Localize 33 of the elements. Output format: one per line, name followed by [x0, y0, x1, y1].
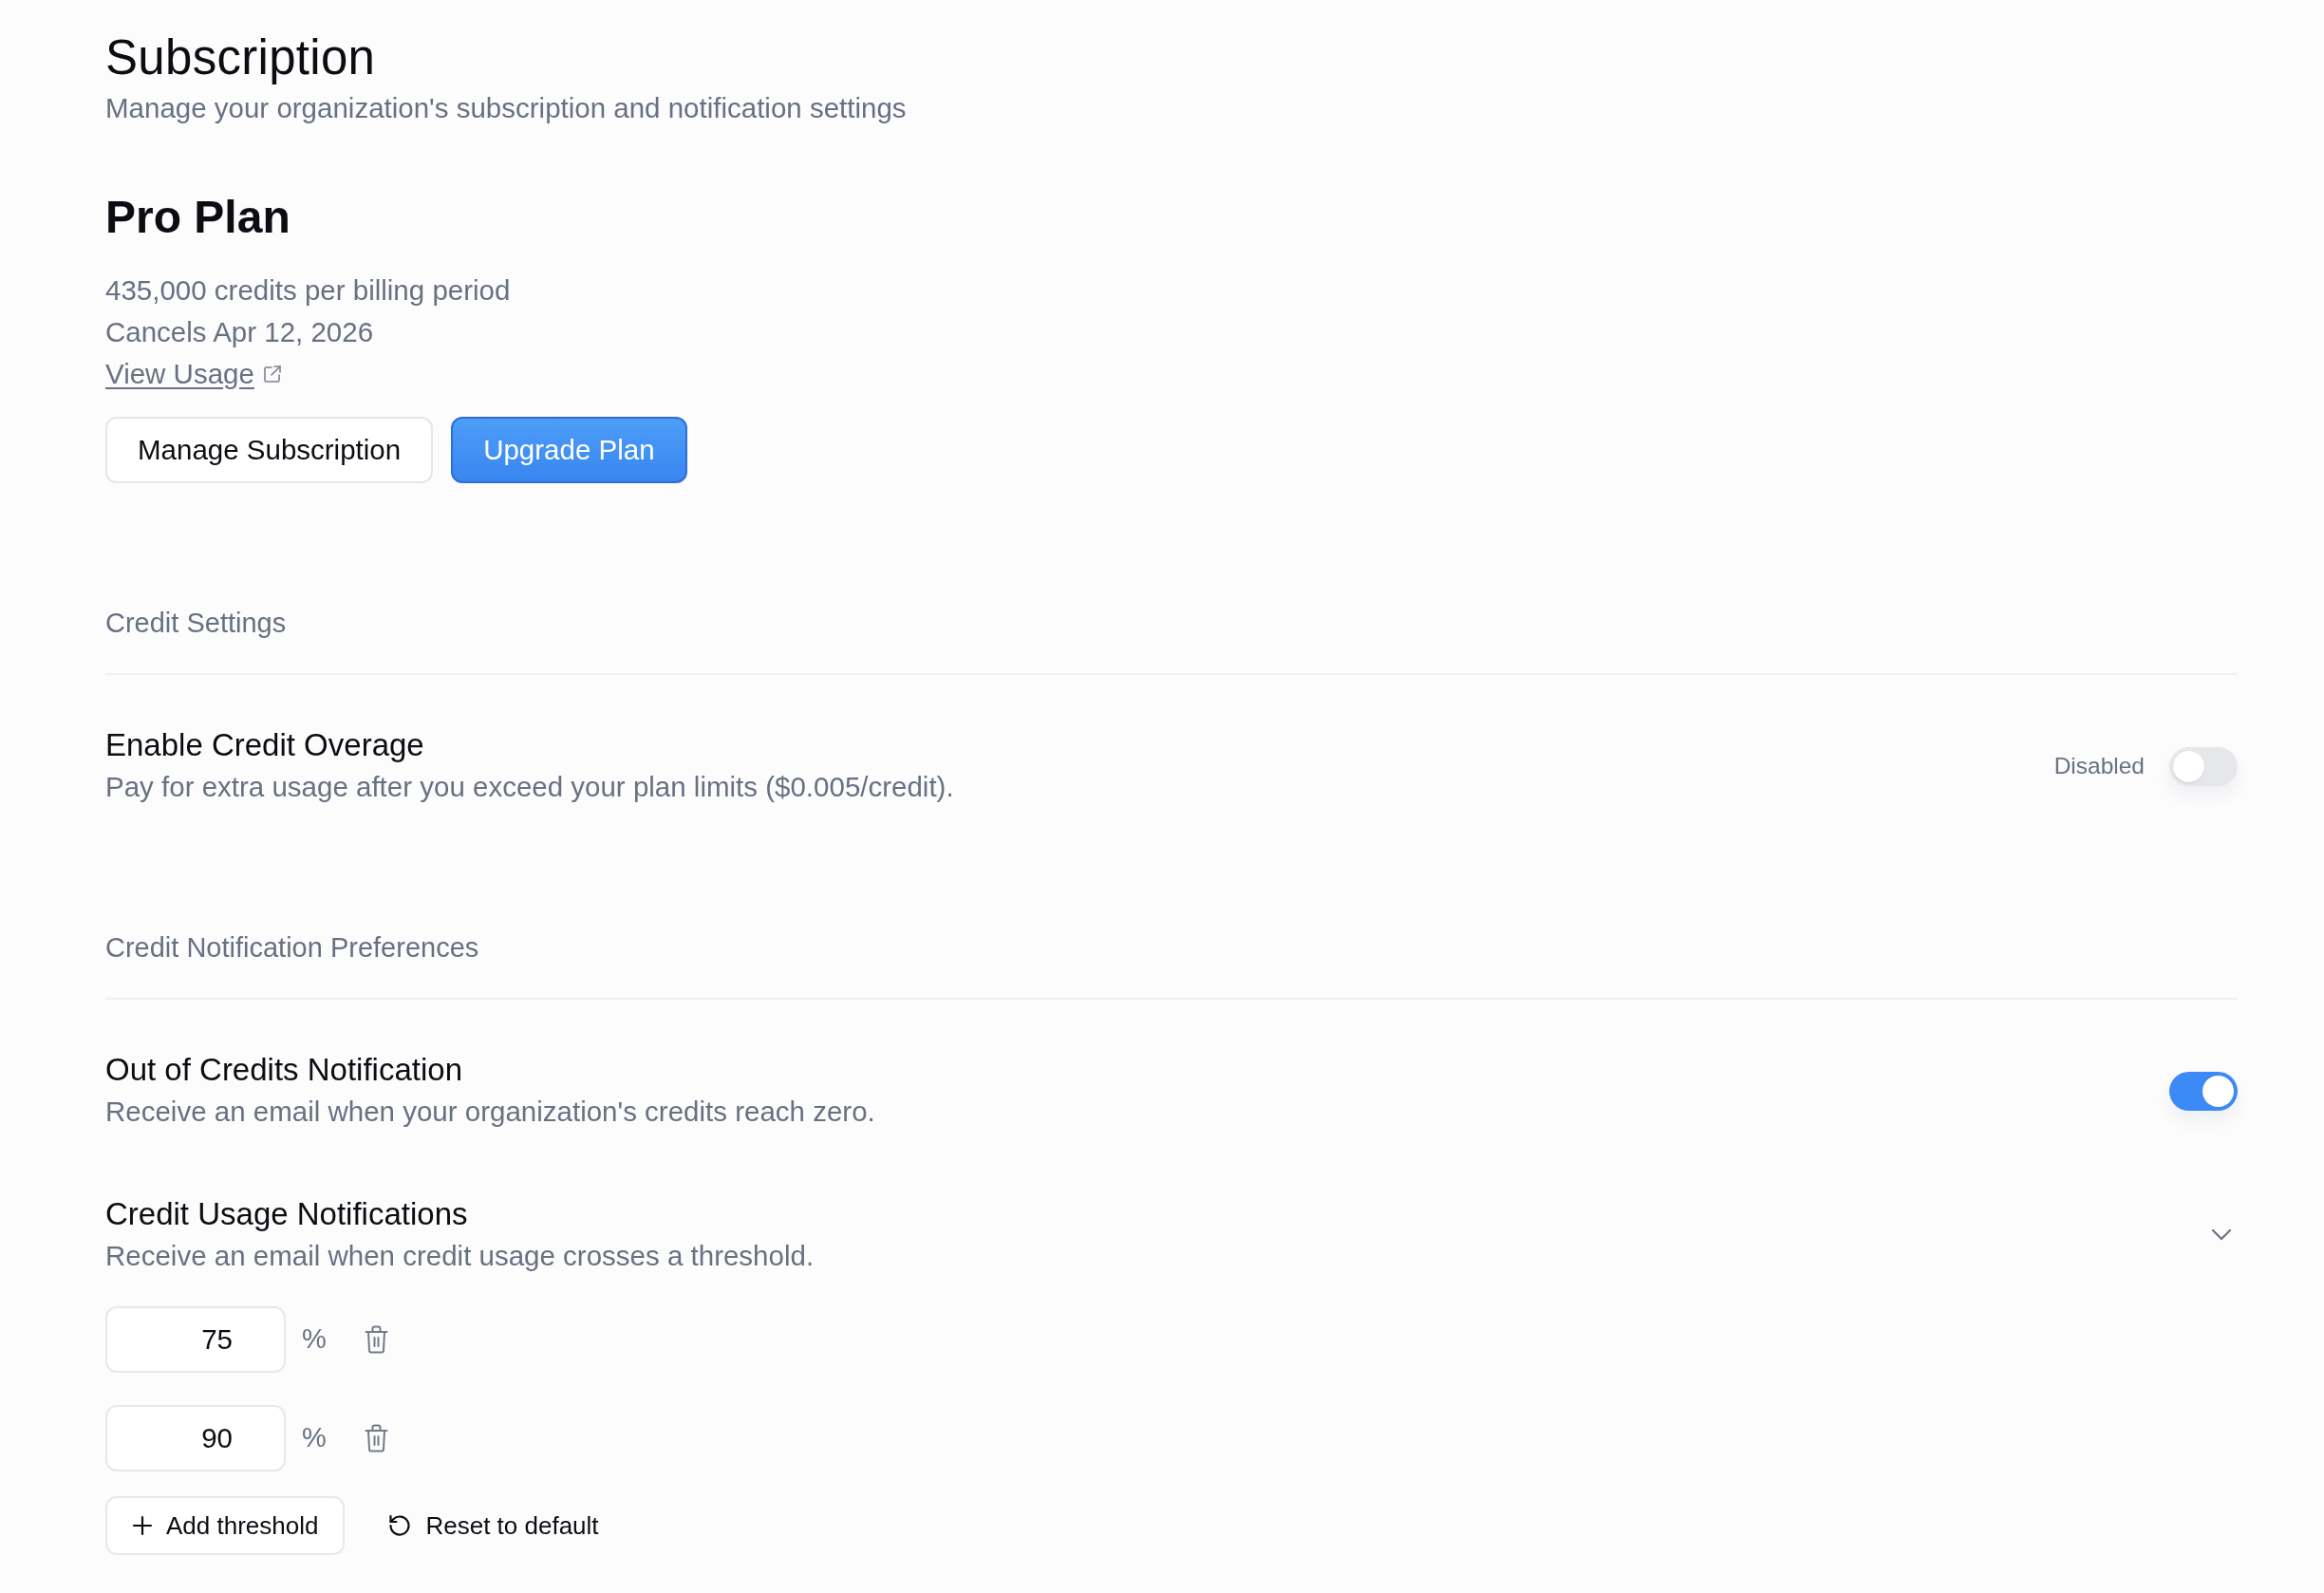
reset-icon	[387, 1513, 413, 1538]
percent-unit: %	[302, 1322, 327, 1357]
view-usage-link[interactable]: View Usage	[105, 353, 254, 395]
chevron-down-icon	[2211, 1228, 2232, 1242]
percent-unit: %	[302, 1421, 327, 1455]
plan-name: Pro Plan	[105, 191, 291, 244]
reset-button[interactable]: Reset to default	[365, 1496, 622, 1555]
setting-title: Credit Usage Notifications	[105, 1195, 469, 1233]
page-subtitle: Manage your organization's subscription and notification settings	[105, 91, 908, 125]
expand-button[interactable]	[2211, 1228, 2232, 1242]
manage-button[interactable]: Manage Subscription	[105, 417, 434, 483]
add-threshold-button[interactable]: Add threshold	[105, 1496, 346, 1555]
delete-button[interactable]	[364, 1325, 388, 1354]
toggle-switch[interactable]	[2169, 746, 2238, 786]
trash-icon	[364, 1325, 388, 1354]
delete-button[interactable]	[364, 1424, 388, 1452]
toggle-switch[interactable]	[2169, 1071, 2238, 1111]
section-title: Credit Settings	[105, 607, 288, 640]
external-link-icon	[262, 365, 282, 384]
status-label: Disabled	[2053, 751, 2145, 780]
threshold-input[interactable]: 90	[105, 1405, 286, 1471]
section-title: Credit Notification Preferences	[105, 931, 480, 965]
page-title: Subscription	[105, 29, 377, 86]
setting-description: Receive an email when credit usage crosses a threshold.	[105, 1239, 815, 1273]
plan-detail: 435,000 credits per billing period	[105, 273, 512, 308]
setting-title: Out of Credits Notification	[105, 1051, 463, 1089]
setting-description: Receive an email when your organization's credits reach zero.	[105, 1095, 875, 1129]
plus-icon	[132, 1515, 153, 1536]
trash-icon	[364, 1424, 388, 1452]
plan-detail: Cancels Apr 12, 2026	[105, 315, 375, 349]
setting-title: Enable Credit Overage	[105, 726, 425, 764]
threshold-input[interactable]: 75	[105, 1306, 286, 1373]
setting-description: Pay for extra usage after you exceed your plan limits ($0.005/credit).	[105, 770, 954, 804]
